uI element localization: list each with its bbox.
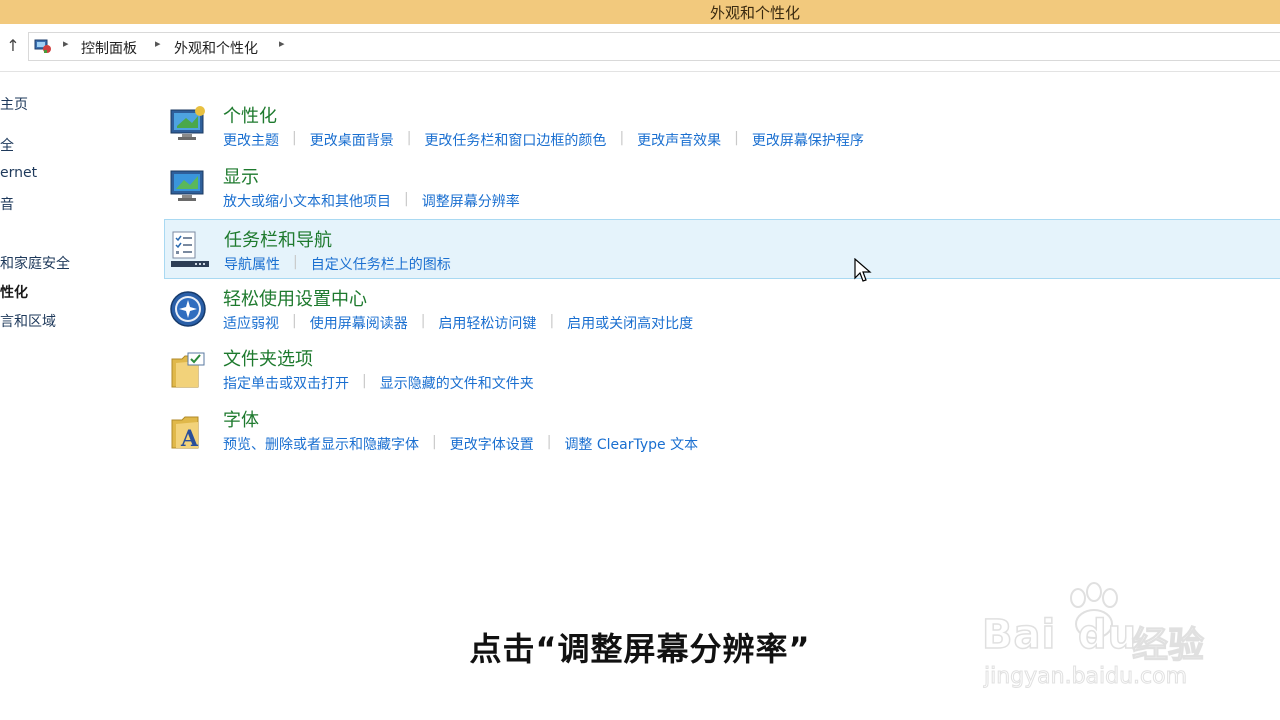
category-heading[interactable]: 字体 — [223, 406, 259, 432]
category-links: 指定单击或双击打开 | 显示隐藏的文件和文件夹 — [223, 373, 534, 393]
breadcrumb-appearance[interactable]: 外观和个性化 — [174, 38, 258, 58]
link-divider: | — [362, 373, 367, 389]
category-links: 更改主题 | 更改桌面背景 | 更改任务栏和窗口边框的颜色 | 更改声音效果 |… — [223, 130, 864, 150]
link-divider: | — [404, 191, 409, 207]
link-scale-text[interactable]: 放大或缩小文本和其他项目 — [223, 191, 391, 211]
category-links: 适应弱视 | 使用屏幕阅读器 | 启用轻松访问键 | 启用或关闭高对比度 — [223, 313, 693, 333]
category-heading[interactable]: 轻松使用设置中心 — [223, 285, 367, 311]
ease-of-access-icon[interactable] — [168, 287, 208, 329]
nav-item-family-safety[interactable]: 和家庭安全 — [0, 253, 70, 273]
personalization-icon[interactable] — [168, 104, 208, 146]
link-high-contrast[interactable]: 启用或关闭高对比度 — [567, 313, 693, 333]
link-adjust-resolution[interactable]: 调整屏幕分辨率 — [422, 191, 520, 211]
link-divider: | — [292, 130, 297, 146]
link-preview-fonts[interactable]: 预览、删除或者显示和隐藏字体 — [223, 434, 419, 454]
up-arrow-icon[interactable]: ↑ — [4, 36, 22, 56]
category-fonts: A 字体 预览、删除或者显示和隐藏字体 | 更改字体设置 | 调整 ClearT… — [164, 400, 1280, 460]
category-heading[interactable]: 显示 — [223, 163, 259, 189]
category-links: 导航属性 | 自定义任务栏上的图标 — [224, 254, 451, 274]
link-change-theme[interactable]: 更改主题 — [223, 130, 279, 150]
link-navigation-properties[interactable]: 导航属性 — [224, 254, 280, 274]
category-personalization: 个性化 更改主题 | 更改桌面背景 | 更改任务栏和窗口边框的颜色 | 更改声音… — [164, 96, 1280, 156]
window-title: 外观和个性化 — [709, 4, 800, 22]
title-bar: 外观和个性化 — [0, 0, 1280, 24]
link-customize-taskbar-icons[interactable]: 自定义任务栏上的图标 — [311, 254, 451, 274]
link-divider: | — [432, 434, 437, 450]
link-font-settings[interactable]: 更改字体设置 — [450, 434, 534, 454]
category-heading[interactable]: 任务栏和导航 — [224, 226, 332, 252]
breadcrumb-chevron-icon[interactable]: ▸ — [155, 37, 161, 50]
address-bar[interactable]: ▸ 控制面板 ▸ 外观和个性化 ▸ — [28, 32, 1280, 61]
svg-text:A: A — [180, 426, 199, 450]
watermark-product: 经验 — [1131, 624, 1205, 666]
link-show-hidden-files[interactable]: 显示隐藏的文件和文件夹 — [380, 373, 534, 393]
breadcrumb-chevron-icon[interactable]: ▸ — [63, 37, 69, 50]
category-taskbar-navigation[interactable]: 任务栏和导航 导航属性 | 自定义任务栏上的图标 — [164, 219, 1280, 279]
category-heading[interactable]: 个性化 — [223, 102, 277, 128]
left-navigation: 主页 全 ernet 音 和家庭安全 性化 言和区域 — [0, 88, 150, 348]
link-change-taskbar-color[interactable]: 更改任务栏和窗口边框的颜色 — [424, 130, 606, 150]
link-change-sound-effects[interactable]: 更改声音效果 — [637, 130, 721, 150]
category-folder-options: 文件夹选项 指定单击或双击打开 | 显示隐藏的文件和文件夹 — [164, 339, 1280, 399]
link-divider: | — [293, 254, 298, 270]
nav-item-internet[interactable]: ernet — [0, 165, 37, 181]
link-low-vision[interactable]: 适应弱视 — [223, 313, 279, 333]
taskbar-icon[interactable] — [169, 228, 209, 270]
nav-item-partial[interactable]: 全 — [0, 135, 14, 155]
display-icon[interactable] — [168, 165, 208, 207]
link-divider: | — [549, 313, 555, 329]
breadcrumb-chevron-icon[interactable]: ▸ — [279, 37, 285, 50]
fonts-icon[interactable]: A — [168, 408, 208, 450]
baidu-jingyan-watermark: Bai du 经验 jingyan.baidu.com — [981, 582, 1222, 692]
watermark-brand: Bai — [981, 611, 1057, 659]
link-ease-access-keys[interactable]: 启用轻松访问键 — [438, 313, 536, 333]
category-links: 预览、删除或者显示和隐藏字体 | 更改字体设置 | 调整 ClearType 文… — [223, 434, 698, 454]
link-change-desktop-background[interactable]: 更改桌面背景 — [310, 130, 394, 150]
watermark-brand-tail: du — [1077, 611, 1138, 659]
link-divider: | — [734, 130, 739, 146]
breadcrumb-control-panel[interactable]: 控制面板 — [81, 38, 137, 58]
category-ease-of-access: 轻松使用设置中心 适应弱视 | 使用屏幕阅读器 | 启用轻松访问键 | 启用或关… — [164, 279, 1280, 339]
link-divider: | — [619, 130, 625, 146]
control-panel-icon — [34, 39, 51, 53]
mouse-cursor-icon — [854, 258, 872, 282]
nav-item-sound[interactable]: 音 — [0, 194, 14, 214]
link-divider: | — [292, 313, 297, 329]
category-links: 放大或缩小文本和其他项目 | 调整屏幕分辨率 — [223, 191, 520, 211]
category-display: 显示 放大或缩小文本和其他项目 | 调整屏幕分辨率 — [164, 157, 1280, 217]
link-divider: | — [406, 130, 412, 146]
link-single-double-click[interactable]: 指定单击或双击打开 — [223, 373, 349, 393]
link-cleartype[interactable]: 调整 ClearType 文本 — [564, 434, 698, 454]
nav-item-personalization: 性化 — [0, 285, 28, 301]
nav-home[interactable]: 主页 — [0, 94, 28, 114]
watermark-url: jingyan.baidu.com — [983, 664, 1188, 690]
link-divider: | — [420, 313, 426, 329]
link-divider: | — [546, 434, 552, 450]
link-change-screen-saver[interactable]: 更改屏幕保护程序 — [752, 130, 864, 150]
link-screen-reader[interactable]: 使用屏幕阅读器 — [310, 313, 408, 333]
folder-options-icon[interactable] — [168, 347, 208, 389]
category-heading[interactable]: 文件夹选项 — [223, 345, 313, 371]
nav-item-language-region[interactable]: 言和区域 — [0, 311, 56, 331]
